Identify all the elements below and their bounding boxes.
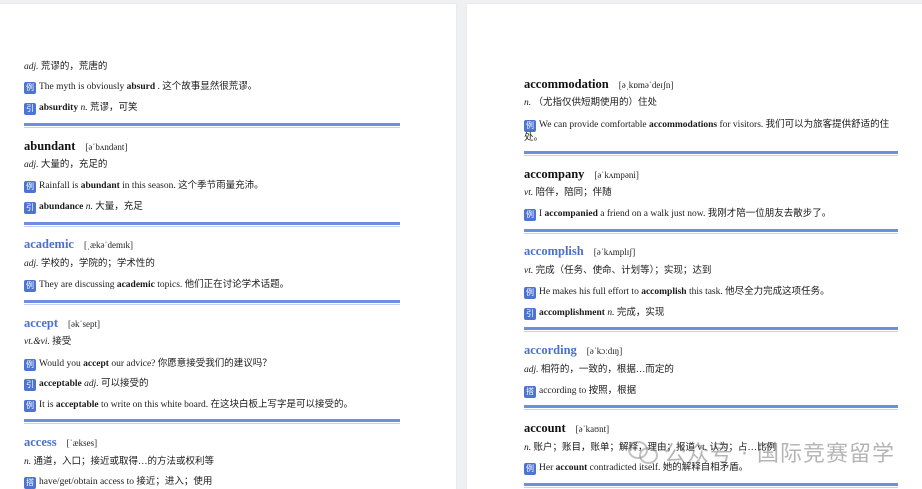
entry-academic: academic [ˌækəˈdemɪk] bbox=[24, 235, 133, 253]
example-abundant: 例 Rainfall is abundant in this season. 这个… bbox=[24, 181, 264, 193]
collocation-according: 搭 according to 按照，根据 bbox=[524, 386, 637, 398]
derived-absurdity: 引 absurdity n. 荒谬，可笑 bbox=[24, 103, 138, 115]
headword: accept bbox=[24, 316, 59, 330]
definition-accomplish: vt. 完成（任务、使命、计划等）；实现；达到 bbox=[524, 266, 712, 276]
headword: access bbox=[24, 435, 57, 449]
entry-accompany: accompany [əˈkʌmpəni] bbox=[524, 165, 639, 183]
example-account: 例 Her account contradicted itself. 她的解释自相… bbox=[524, 463, 749, 475]
derived-badge: 引 bbox=[24, 103, 36, 115]
entry-according: according [əˈkɔːdɪŋ] bbox=[524, 341, 622, 359]
definition-access: n. 通道，入口；接近或取得…的方法或权利等 bbox=[24, 457, 215, 467]
entry-divider bbox=[24, 123, 400, 128]
phonetic: [əˈkʌmpəni] bbox=[594, 170, 639, 180]
example-academic: 例 They are discussing academic topics. 他们… bbox=[24, 280, 290, 292]
definition-abundant: adj. 大量的，充足的 bbox=[24, 160, 108, 170]
entry-accept: accept [əkˈsept] bbox=[24, 314, 100, 332]
example-badge: 例 bbox=[24, 280, 36, 292]
entry-divider bbox=[524, 229, 898, 234]
entry-abundant: abundant [əˈbʌndənt] bbox=[24, 137, 127, 155]
headword: accompany bbox=[524, 167, 585, 181]
definition-accompany: vt. 陪伴，陪同；伴随 bbox=[524, 188, 612, 198]
definition-account: n. 账户；账目，账单；解释，理由；报道 vt. 认为；占…比例 bbox=[524, 443, 777, 453]
derived-badge: 引 bbox=[24, 379, 36, 391]
headword: account bbox=[524, 421, 566, 435]
entry-divider bbox=[524, 483, 898, 488]
entry-divider bbox=[24, 419, 400, 424]
derived-acceptable: 引 acceptable adj. 可以接受的 bbox=[24, 379, 149, 391]
entry-divider bbox=[524, 327, 898, 332]
example-accommodation: 例 We can provide comfortable accommodatio… bbox=[524, 120, 890, 143]
derived-accomplishment: 引 accomplishment n. 完成，实现 bbox=[524, 308, 665, 320]
dictionary-page-left: adj. 荒谬的，荒唐的 例 The myth is obviously absu… bbox=[0, 4, 456, 489]
collocation-access: 搭 have/get/obtain access to 接近；进入；使用 bbox=[24, 477, 213, 489]
collocation-badge: 搭 bbox=[24, 477, 36, 489]
headword: abundant bbox=[24, 139, 76, 153]
example-badge: 例 bbox=[524, 120, 536, 132]
example-badge: 例 bbox=[524, 287, 536, 299]
definition-accommodation: n. （尤指仅供短期使用的）住处 bbox=[524, 98, 658, 108]
entry-account: account [əˈkaʊnt] bbox=[524, 419, 609, 437]
headword: accommodation bbox=[524, 77, 609, 91]
phonetic: [ˌækəˈdemɪk] bbox=[83, 240, 133, 250]
example-badge: 例 bbox=[524, 209, 536, 221]
example-acceptable: 例 It is acceptable to write on this white… bbox=[24, 400, 354, 412]
definition-absurd: adj. 荒谬的，荒唐的 bbox=[24, 62, 108, 72]
entry-divider bbox=[24, 300, 400, 305]
phonetic: [əˌkɒməˈdeɪʃn] bbox=[618, 80, 674, 90]
derived-abundance: 引 abundance n. 大量，充足 bbox=[24, 202, 143, 214]
example-absurd: 例 The myth is obviously absurd . 这个故事显然很荒… bbox=[24, 82, 258, 94]
headword: accomplish bbox=[524, 244, 584, 258]
phonetic: [ˈækses] bbox=[66, 438, 98, 448]
entry-divider bbox=[524, 405, 898, 410]
derived-badge: 引 bbox=[524, 308, 536, 320]
headword: according bbox=[524, 343, 577, 357]
phonetic: [əkˈsept] bbox=[68, 319, 100, 329]
entry-access: access [ˈækses] bbox=[24, 433, 97, 451]
definition-academic: adj. 学校的，学院的；学术性的 bbox=[24, 259, 155, 269]
collocation-badge: 搭 bbox=[524, 386, 536, 398]
dictionary-page-right: accommodation [əˌkɒməˈdeɪʃn] n. （尤指仅供短期使用… bbox=[467, 4, 922, 489]
phonetic: [əˈkʌmplɪʃ] bbox=[593, 247, 636, 257]
derived-badge: 引 bbox=[24, 202, 36, 214]
example-badge: 例 bbox=[24, 400, 36, 412]
definition-according: adj. 相符的，一致的，根据…而定的 bbox=[524, 365, 674, 375]
example-badge: 例 bbox=[24, 359, 36, 371]
example-badge: 例 bbox=[524, 463, 536, 475]
example-accept: 例 Would you accept our advice? 你愿意接受我们的建议… bbox=[24, 359, 272, 371]
entry-divider bbox=[24, 222, 400, 227]
example-accompany: 例I accompanied a friend on a walk just n… bbox=[524, 209, 832, 221]
example-badge: 例 bbox=[24, 181, 36, 193]
phonetic: [əˈkaʊnt] bbox=[575, 424, 610, 434]
phonetic: [əˈkɔːdɪŋ] bbox=[586, 346, 623, 356]
headword: academic bbox=[24, 237, 74, 251]
definition-accept: vt.&vi. 接受 bbox=[24, 337, 72, 347]
example-badge: 例 bbox=[24, 82, 36, 94]
example-accomplish: 例 He makes his full effort to accomplish … bbox=[524, 287, 830, 299]
phonetic: [əˈbʌndənt] bbox=[85, 142, 128, 152]
entry-accommodation: accommodation [əˌkɒməˈdeɪʃn] bbox=[524, 75, 673, 93]
entry-divider bbox=[524, 151, 898, 156]
entry-accomplish: accomplish [əˈkʌmplɪʃ] bbox=[524, 242, 635, 260]
